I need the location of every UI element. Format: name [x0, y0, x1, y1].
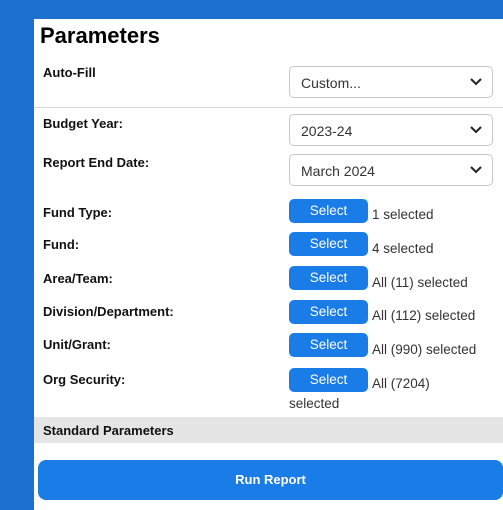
- unit-grant-select-button[interactable]: Select: [289, 333, 368, 357]
- budget-year-value: 2023-24: [301, 123, 353, 139]
- section-divider: [34, 107, 503, 108]
- standard-parameters-section[interactable]: Standard Parameters: [34, 417, 503, 443]
- report-end-date-value: March 2024: [301, 163, 375, 179]
- area-team-label: Area/Team:: [43, 271, 113, 286]
- fund-selection-count: 4 selected: [372, 241, 434, 256]
- org-security-selection-count: All (7204): [372, 376, 430, 391]
- chevron-down-icon: [470, 78, 482, 86]
- auto-fill-label: Auto-Fill: [43, 65, 96, 80]
- auto-fill-dropdown[interactable]: Custom...: [289, 66, 493, 98]
- fund-type-label: Fund Type:: [43, 205, 113, 220]
- division-department-selection-count: All (112) selected: [372, 308, 476, 323]
- unit-grant-selection-count: All (990) selected: [372, 342, 477, 357]
- fund-type-select-button[interactable]: Select: [289, 199, 368, 223]
- standard-parameters-label: Standard Parameters: [43, 423, 174, 438]
- fund-label: Fund:: [43, 237, 80, 252]
- area-team-select-button[interactable]: Select: [289, 266, 368, 290]
- chevron-down-icon: [470, 126, 482, 134]
- page-title: Parameters: [40, 23, 160, 48]
- unit-grant-label: Unit/Grant:: [43, 337, 111, 352]
- report-end-date-dropdown[interactable]: March 2024: [289, 154, 493, 186]
- chevron-down-icon: [470, 166, 482, 174]
- org-security-label: Org Security:: [43, 372, 126, 387]
- org-security-selection-count-wrap: selected: [289, 396, 340, 411]
- auto-fill-value: Custom...: [301, 75, 361, 91]
- report-end-date-label: Report End Date:: [43, 155, 150, 170]
- fund-type-selection-count: 1 selected: [372, 207, 434, 222]
- fund-select-button[interactable]: Select: [289, 232, 368, 256]
- org-security-select-button[interactable]: Select: [289, 368, 368, 392]
- area-team-selection-count: All (11) selected: [372, 275, 468, 290]
- parameters-panel: Parameters Auto-Fill Custom... Budget Ye…: [34, 19, 503, 510]
- budget-year-label: Budget Year:: [43, 116, 123, 131]
- run-report-button[interactable]: Run Report: [38, 460, 503, 500]
- division-department-label: Division/Department:: [43, 304, 174, 319]
- budget-year-dropdown[interactable]: 2023-24: [289, 114, 493, 146]
- division-department-select-button[interactable]: Select: [289, 300, 368, 324]
